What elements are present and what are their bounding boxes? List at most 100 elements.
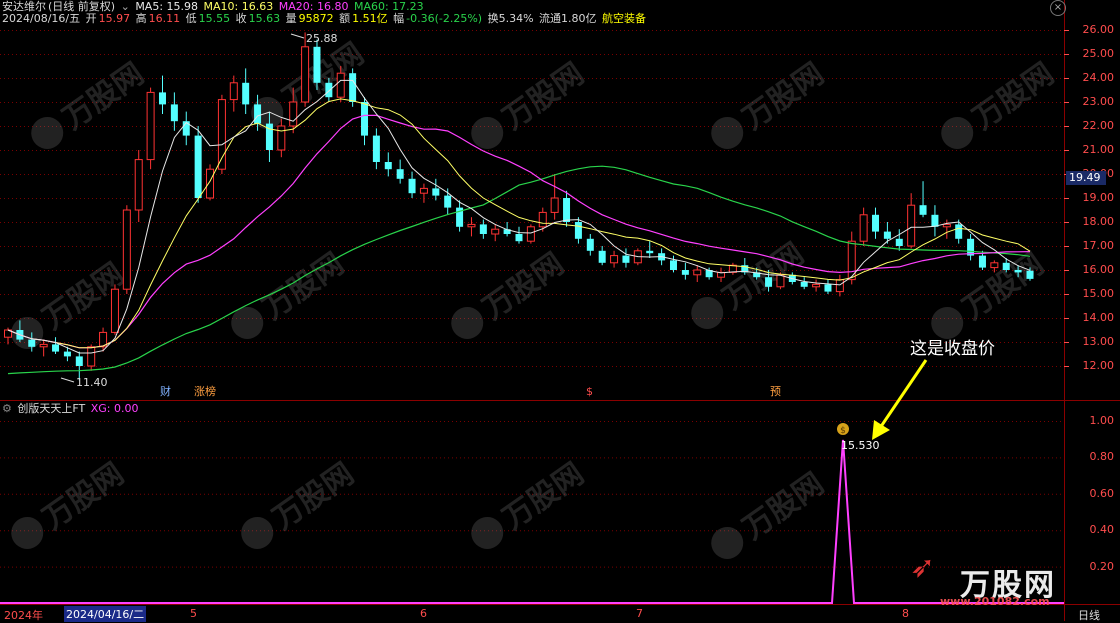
brand-url: www.201082.com	[940, 595, 1050, 608]
candlestick	[408, 171, 416, 198]
candlestick	[895, 229, 903, 251]
candlestick	[931, 205, 939, 237]
candlestick	[586, 234, 594, 256]
candlestick	[52, 337, 60, 354]
watermark-logo: 万股网	[941, 56, 1061, 149]
month-label-7: 7	[636, 607, 643, 620]
forecast-marker[interactable]: 预	[768, 386, 783, 398]
candlestick-series	[4, 32, 1034, 381]
candlestick	[491, 224, 500, 242]
candlestick	[872, 207, 880, 239]
candlestick	[669, 255, 677, 273]
turnover: 换5.34%	[487, 12, 534, 25]
low-value: 15.55	[198, 12, 231, 25]
indicator-axis-label: 0.20	[1089, 559, 1115, 573]
candlestick	[955, 219, 963, 244]
candlestick	[717, 267, 726, 282]
candlestick	[646, 241, 654, 258]
candlestick	[456, 200, 464, 232]
indicator-axis-label: 0.60	[1089, 486, 1115, 500]
finance-marker[interactable]: 财	[158, 386, 173, 398]
month-label-6: 6	[420, 607, 427, 620]
close-price-callout: 这是收盘价	[910, 339, 995, 359]
price-axis-label: 25.00	[1082, 47, 1115, 60]
watermark-logo: 万股网	[31, 56, 151, 149]
price-axis-label: 18.00	[1082, 215, 1115, 228]
candlestick	[907, 193, 916, 249]
indicator-header: ⚙ 创版天天上FT XG: 0.00	[2, 402, 141, 416]
candlestick	[146, 87, 155, 170]
open-label: 开	[85, 12, 97, 25]
indicator-axis-label: 0.80	[1089, 450, 1115, 464]
price-axis-label: 15.00	[1082, 287, 1115, 300]
candlestick	[229, 75, 238, 112]
price-axis-label: 13.00	[1082, 335, 1115, 348]
price-axis-label: 21.00	[1082, 143, 1115, 156]
candlestick	[182, 111, 190, 146]
svg-text:万股网: 万股网	[737, 56, 831, 136]
candlestick	[158, 75, 166, 114]
svg-text:万股网: 万股网	[967, 56, 1061, 136]
limit-list-marker[interactable]: 涨榜	[192, 386, 218, 398]
candlestick	[563, 190, 571, 227]
high-value: 16.11	[148, 12, 181, 25]
high-mark-text: 25.88	[306, 32, 338, 45]
candlestick	[859, 207, 868, 246]
candlestick	[515, 226, 523, 244]
candlestick	[967, 234, 975, 261]
gear-icon[interactable]: ⚙	[2, 402, 12, 415]
selected-date[interactable]: 2024/04/16/二	[64, 606, 147, 622]
candlestick	[194, 126, 202, 203]
low-label: 低	[185, 12, 197, 25]
close-value: 15.63	[248, 12, 281, 25]
svg-text:万股网: 万股网	[477, 246, 571, 326]
watermark-logo: 万股网	[711, 56, 831, 149]
low-annotation: 11.40	[60, 376, 108, 389]
watermark-logo: 万股网	[11, 456, 131, 549]
svg-text:万股网: 万股网	[497, 56, 591, 136]
watermark-logo: 万股网	[691, 236, 811, 329]
low-mark-text: 11.40	[76, 376, 108, 389]
candlestick	[170, 92, 178, 131]
candlestick	[396, 159, 404, 184]
change-value: -0.36(-2.25%)	[406, 12, 483, 25]
header-line-2: 2024/08/16/五 开 15.97 高 16.11 低 15.55 收 15.63…	[2, 12, 648, 26]
watermark-logo: 万股网	[471, 56, 591, 149]
watermark-logo: 万股网	[241, 456, 360, 549]
quote-date: 2024/08/16/五	[2, 12, 81, 25]
candlestick	[206, 164, 215, 201]
candlestick	[835, 274, 844, 297]
price-axis-label: 16.00	[1082, 263, 1115, 276]
svg-text:万股网: 万股网	[717, 236, 811, 316]
watermark-logo: 万股网	[471, 456, 591, 549]
indicator-axis-label: 1.00	[1089, 414, 1115, 427]
candlestick	[372, 128, 380, 170]
candlestick	[610, 250, 619, 268]
chart-canvas[interactable]: 万股网 万股网 万股网 万股网 万股网万股网 万股网 万股网 万股网 万股网万股网 万股网 万股网万…	[0, 0, 1120, 621]
price-axis-label: 19.00	[1082, 191, 1115, 204]
price-axis-label: 24.00	[1082, 71, 1115, 84]
close-icon[interactable]: ×	[1050, 0, 1066, 16]
current-price-tag: 19.49	[1066, 171, 1106, 185]
indicator-name[interactable]: 创版天天上FT	[17, 402, 85, 415]
candlestick	[432, 178, 440, 201]
amount-value: 1.51亿	[352, 12, 388, 25]
candlestick	[39, 339, 48, 357]
price-axis-label: 26.00	[1082, 23, 1115, 36]
volume-value: 95872	[298, 12, 334, 25]
candlestick	[467, 217, 476, 237]
candlestick	[681, 262, 689, 280]
sector-link[interactable]: 航空装备	[602, 12, 646, 25]
candlestick	[800, 277, 808, 290]
svg-text:万股网: 万股网	[737, 466, 831, 546]
high-label: 高	[135, 12, 147, 25]
svg-text:万股网: 万股网	[497, 456, 591, 536]
candlestick	[550, 174, 559, 220]
svg-text:万股网: 万股网	[37, 456, 131, 536]
dollar-marker[interactable]: $	[584, 386, 595, 398]
candlestick	[384, 152, 392, 177]
candlestick	[574, 217, 582, 244]
svg-text:万股网: 万股网	[57, 56, 151, 136]
rocket-icon: ➶	[910, 550, 936, 585]
candlestick	[824, 279, 832, 294]
